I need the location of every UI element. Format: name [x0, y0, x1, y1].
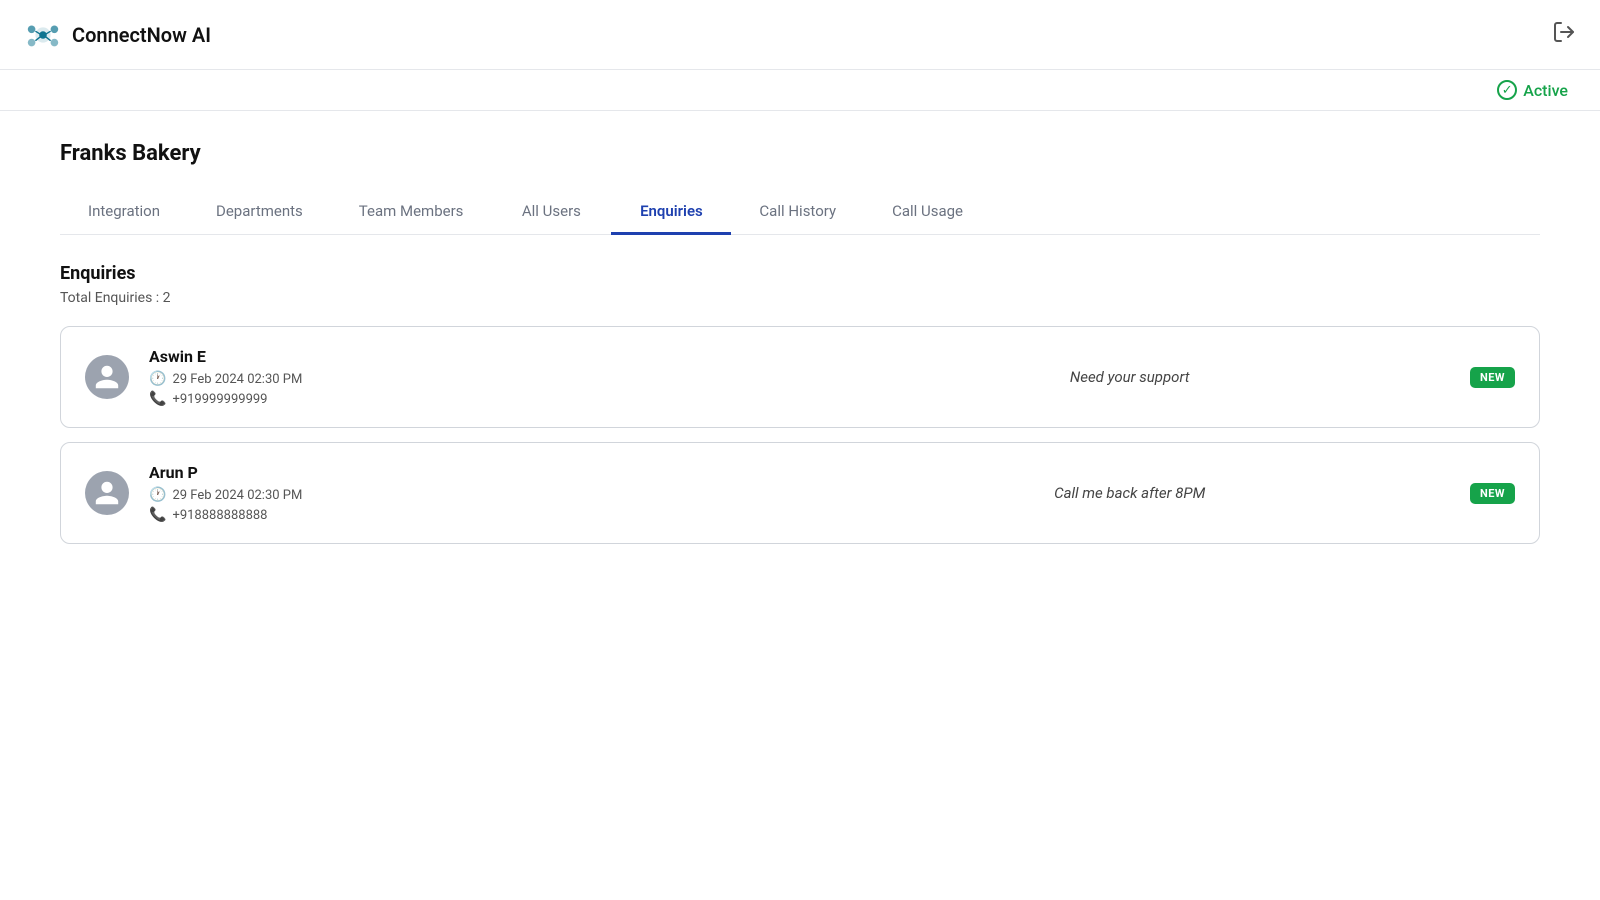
- tab-enquiries[interactable]: Enquiries: [611, 190, 731, 235]
- card-datetime-row-2: 🕐 29 Feb 2024 02:30 PM: [149, 487, 789, 503]
- tab-departments[interactable]: Departments: [188, 190, 331, 235]
- enquiry-card-2[interactable]: Arun P 🕐 29 Feb 2024 02:30 PM 📞 +9188888…: [60, 442, 1540, 544]
- tab-call-usage[interactable]: Call Usage: [864, 190, 991, 235]
- card-message-2: Call me back after 8PM: [809, 484, 1449, 502]
- card-message-1: Need your support: [809, 368, 1449, 386]
- card-info-2: Arun P 🕐 29 Feb 2024 02:30 PM 📞 +9188888…: [149, 463, 789, 523]
- top-bar: ConnectNow AI: [0, 0, 1600, 70]
- card-phone-2: +918888888888: [172, 508, 267, 523]
- total-enquiries: Total Enquiries : 2: [60, 290, 1540, 306]
- new-badge-2: NEW: [1470, 483, 1515, 504]
- user-icon-2: [93, 479, 121, 507]
- card-meta-1: 🕐 29 Feb 2024 02:30 PM 📞 +919999999999: [149, 371, 789, 407]
- tab-all-users[interactable]: All Users: [491, 190, 611, 235]
- logout-button[interactable]: [1552, 20, 1576, 50]
- tabs-nav: Integration Departments Team Members All…: [60, 190, 1540, 235]
- status-label: Active: [1523, 81, 1568, 100]
- brand-name: ConnectNow AI: [72, 23, 211, 47]
- card-datetime-2: 29 Feb 2024 02:30 PM: [172, 488, 302, 503]
- section-title: Enquiries: [60, 263, 1540, 284]
- user-icon-1: [93, 363, 121, 391]
- tab-integration[interactable]: Integration: [60, 190, 188, 235]
- clock-icon-2: 🕐: [149, 487, 166, 503]
- card-name-2: Arun P: [149, 463, 789, 482]
- main-content: Franks Bakery Integration Departments Te…: [0, 111, 1600, 588]
- card-meta-2: 🕐 29 Feb 2024 02:30 PM 📞 +918888888888: [149, 487, 789, 523]
- phone-icon-2: 📞: [149, 507, 166, 523]
- tab-call-history[interactable]: Call History: [731, 190, 864, 235]
- avatar-2: [85, 471, 129, 515]
- brand-logo: [24, 16, 62, 54]
- page-title: Franks Bakery: [60, 141, 1540, 166]
- tab-team-members[interactable]: Team Members: [331, 190, 492, 235]
- card-phone-row-1: 📞 +919999999999: [149, 391, 789, 407]
- card-phone-row-2: 📞 +918888888888: [149, 507, 789, 523]
- card-info-1: Aswin E 🕐 29 Feb 2024 02:30 PM 📞 +919999…: [149, 347, 789, 407]
- enquiry-card-1[interactable]: Aswin E 🕐 29 Feb 2024 02:30 PM 📞 +919999…: [60, 326, 1540, 428]
- clock-icon-1: 🕐: [149, 371, 166, 387]
- card-phone-1: +919999999999: [172, 392, 267, 407]
- status-bar: ✓ Active: [0, 70, 1600, 111]
- enquiries-section: Enquiries Total Enquiries : 2 Aswin E 🕐 …: [60, 263, 1540, 544]
- brand: ConnectNow AI: [24, 16, 211, 54]
- card-datetime-row-1: 🕐 29 Feb 2024 02:30 PM: [149, 371, 789, 387]
- avatar-1: [85, 355, 129, 399]
- card-datetime-1: 29 Feb 2024 02:30 PM: [172, 372, 302, 387]
- new-badge-1: NEW: [1470, 367, 1515, 388]
- phone-icon-1: 📞: [149, 391, 166, 407]
- card-name-1: Aswin E: [149, 347, 789, 366]
- status-check-icon: ✓: [1497, 80, 1517, 100]
- status-badge: ✓ Active: [1497, 80, 1568, 100]
